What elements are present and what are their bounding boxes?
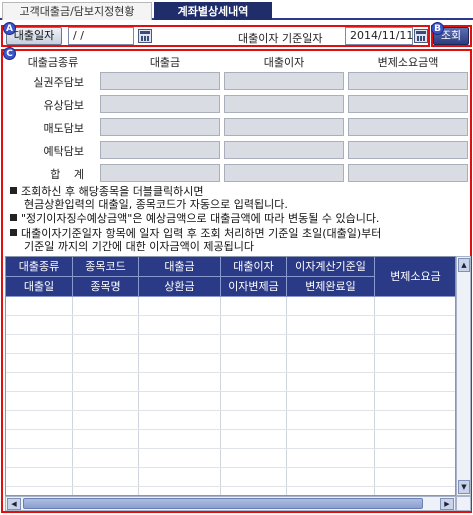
scroll-right-arrow-icon[interactable]: ▶: [440, 498, 454, 510]
summary-cell: [100, 141, 220, 159]
note-line: 대출이자기준일자 항목에 일자 입력 후 조회 처리하면 기준일 초일(대출일)…: [10, 227, 381, 240]
scroll-up-arrow-icon[interactable]: ▲: [458, 258, 470, 272]
summary-row-label: 실권주담보: [33, 76, 84, 89]
summary-cell: [348, 141, 468, 159]
detail-grid[interactable]: 대출종류 종목코드 대출금 대출이자 이자계산기준일 변제소요금 대출일 종목명…: [5, 256, 456, 496]
grid-row-line: [6, 429, 455, 430]
summary-cell: [100, 95, 220, 113]
bullet-square-icon: [10, 187, 17, 194]
tab-bar: 고객대출금/담보지정현황 계좌별상세내역: [0, 0, 473, 20]
scroll-down-arrow-icon[interactable]: ▼: [458, 480, 470, 494]
grid-header[interactable]: 이자계산기준일: [287, 257, 375, 277]
summary-header-loan-amount: 대출금: [149, 56, 181, 69]
grid-header[interactable]: 이자변제금: [221, 277, 287, 297]
summary-row-label: 유상담보: [43, 99, 84, 112]
note-line: "정기이자징수예상금액"은 예상금액으로 대출금액에 따라 변동될 수 있습니다…: [10, 212, 379, 225]
annotation-badge-c: C: [3, 47, 16, 60]
grid-header-merged[interactable]: 변제소요금: [375, 257, 455, 297]
grid-header[interactable]: 종목명: [73, 277, 139, 297]
rate-base-date-label: 대출이자 기준일자: [238, 32, 323, 45]
calendar-icon[interactable]: [414, 29, 428, 43]
summary-cell: [224, 72, 344, 90]
summary-row-label: 예탁담보: [43, 145, 84, 158]
annotation-badge-b: B: [431, 22, 444, 35]
grid-row-line: [6, 334, 455, 335]
summary-cell: [348, 118, 468, 136]
scrollbar-corner: [456, 496, 471, 511]
note-line: 기준일 까지의 기간에 대한 이자금액이 제공됩니다: [24, 240, 255, 253]
grid-header[interactable]: 대출일: [6, 277, 73, 297]
tab-account-detail[interactable]: 계좌별상세내역: [154, 2, 272, 20]
summary-header-repayment-amount: 변제소요금액: [377, 56, 439, 69]
summary-cell: [348, 95, 468, 113]
grid-row-line: [6, 486, 455, 487]
grid-row-line: [6, 315, 455, 316]
grid-row-line: [6, 467, 455, 468]
calendar-icon[interactable]: [138, 29, 152, 43]
rate-base-date-input[interactable]: 2014/11/11: [345, 27, 413, 45]
grid-row-line: [6, 410, 455, 411]
grid-header[interactable]: 대출종류: [6, 257, 73, 277]
summary-cell: [100, 72, 220, 90]
grid-header[interactable]: 종목코드: [73, 257, 139, 277]
summary-cell: [100, 164, 220, 182]
annotation-badge-a: A: [3, 22, 16, 35]
summary-cell: [224, 118, 344, 136]
bullet-square-icon: [10, 214, 17, 221]
tab-customer-loan-collateral[interactable]: 고객대출금/담보지정현황: [2, 2, 152, 20]
summary-cell: [348, 72, 468, 90]
horizontal-scroll-thumb[interactable]: [23, 498, 423, 509]
summary-cell: [224, 141, 344, 159]
summary-cell: [224, 164, 344, 182]
summary-header-loan-type: 대출금종류: [27, 56, 79, 69]
grid-header[interactable]: 대출금: [139, 257, 221, 277]
grid-row-line: [6, 353, 455, 354]
horizontal-scrollbar[interactable]: ◀ ▶: [5, 496, 456, 511]
loan-date-input[interactable]: / /: [68, 27, 134, 45]
vertical-scrollbar[interactable]: ▲ ▼: [456, 256, 471, 496]
note-line: 현금상환입력의 대출일, 종목코드가 자동으로 입력됩니다.: [24, 198, 288, 211]
note-line: 조회하신 후 해당종목을 더블클릭하시면: [10, 185, 204, 198]
summary-cell: [348, 164, 468, 182]
grid-header[interactable]: 대출이자: [221, 257, 287, 277]
grid-row-line: [6, 391, 455, 392]
summary-cell: [100, 118, 220, 136]
grid-header[interactable]: 변제완료일: [287, 277, 375, 297]
grid-row-line: [6, 448, 455, 449]
bullet-square-icon: [10, 229, 17, 236]
summary-total-label: 합 계: [50, 168, 84, 181]
scroll-left-arrow-icon[interactable]: ◀: [7, 498, 21, 510]
grid-row-line: [6, 372, 455, 373]
summary-row-label: 매도담보: [43, 122, 84, 135]
summary-cell: [224, 95, 344, 113]
grid-header[interactable]: 상환금: [139, 277, 221, 297]
summary-header-loan-interest: 대출이자: [263, 56, 305, 69]
